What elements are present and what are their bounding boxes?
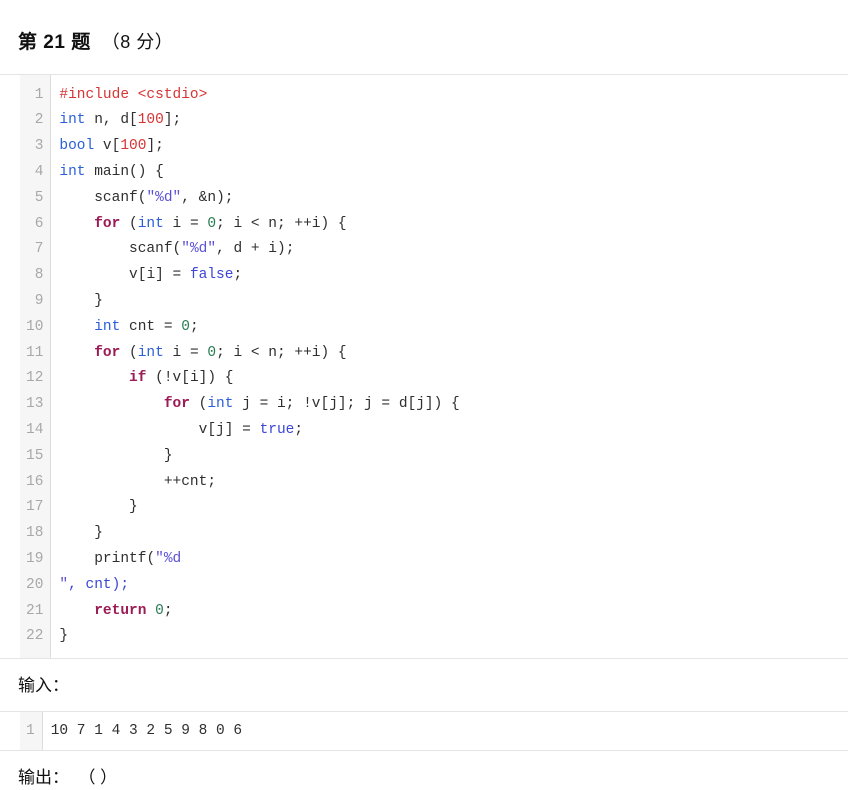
line-number: 19 bbox=[26, 550, 44, 567]
code-line: #include <cstdio> bbox=[59, 86, 208, 103]
code-line: v[i] = false; bbox=[129, 267, 243, 284]
source-code-text[interactable]: #include <cstdio> int n, d[100]; bool v[… bbox=[51, 75, 848, 659]
line-number: 5 bbox=[34, 189, 44, 206]
code-line: int n, d[100]; bbox=[59, 112, 182, 129]
line-number: 12 bbox=[26, 370, 44, 387]
code-line: scanf("%d", &n); bbox=[94, 189, 234, 206]
input-data-text[interactable]: 10 7 1 4 3 2 5 9 8 0 6 bbox=[43, 712, 848, 750]
input-line-number-gutter: 1 bbox=[20, 711, 43, 750]
code-line: } bbox=[94, 525, 103, 542]
output-label: 输出： （ ） bbox=[18, 767, 118, 787]
line-number: 7 bbox=[34, 241, 44, 258]
code-line: scanf("%d", d + i); bbox=[129, 241, 295, 258]
input-data-block: 1 10 7 1 4 3 2 5 9 8 0 6 bbox=[0, 710, 848, 751]
source-code-inner: 1 2 3 4 5 6 7 8 9 10 11 12 13 14 15 16 1… bbox=[20, 74, 848, 659]
line-number: 10 bbox=[26, 318, 44, 335]
line-number: 17 bbox=[26, 499, 44, 516]
line-number: 11 bbox=[26, 344, 44, 361]
line-number: 8 bbox=[34, 267, 44, 284]
question-number: 第 21 题 bbox=[18, 32, 91, 53]
code-line: return 0; bbox=[94, 602, 173, 619]
line-number: 20 bbox=[26, 576, 44, 593]
code-line: if (!v[i]) { bbox=[129, 370, 234, 387]
line-number: 6 bbox=[34, 215, 44, 232]
line-number: 3 bbox=[34, 138, 44, 155]
line-number: 15 bbox=[26, 447, 44, 464]
code-line: for (int j = i; !v[j]; j = d[j]) { bbox=[163, 396, 460, 413]
line-number: 2 bbox=[34, 112, 44, 129]
code-line: } bbox=[163, 447, 173, 464]
line-number: 13 bbox=[26, 396, 44, 413]
source-code-block: 1 2 3 4 5 6 7 8 9 10 11 12 13 14 15 16 1… bbox=[0, 73, 848, 660]
code-line: bool v[100]; bbox=[59, 138, 164, 155]
line-number: 16 bbox=[26, 473, 44, 490]
line-number: 1 bbox=[26, 722, 35, 739]
line-number: 21 bbox=[26, 602, 44, 619]
question-score bbox=[91, 32, 102, 52]
code-line: int cnt = 0; bbox=[94, 318, 199, 335]
code-line: } bbox=[94, 292, 103, 309]
line-number: 9 bbox=[34, 292, 44, 309]
line-number: 4 bbox=[34, 163, 44, 180]
code-line: } bbox=[129, 499, 138, 516]
code-line: for (int i = 0; i < n; ++i) { bbox=[94, 344, 347, 361]
input-code-inner: 1 10 7 1 4 3 2 5 9 8 0 6 bbox=[20, 711, 848, 750]
source-line-number-gutter: 1 2 3 4 5 6 7 8 9 10 11 12 13 14 15 16 1… bbox=[20, 74, 52, 659]
line-number: 18 bbox=[26, 525, 44, 542]
input-label: 输入： bbox=[18, 676, 69, 696]
line-number: 14 bbox=[26, 421, 44, 438]
code-line: for (int i = 0; i < n; ++i) { bbox=[94, 215, 347, 232]
code-line: printf("%d bbox=[94, 550, 182, 567]
input-data-line: 10 7 1 4 3 2 5 9 8 0 6 bbox=[50, 722, 243, 739]
page-title: 第 21 题 （8 分） bbox=[0, 0, 848, 57]
line-number: 22 bbox=[26, 628, 44, 645]
question-score-value: （8 分） bbox=[101, 32, 174, 52]
line-number: 1 bbox=[34, 86, 44, 103]
code-line: int main() { bbox=[59, 163, 164, 180]
code-line: } bbox=[59, 628, 69, 645]
code-line: ", cnt); bbox=[59, 576, 130, 593]
code-line: ++cnt; bbox=[163, 473, 217, 490]
code-line: v[j] = true; bbox=[198, 421, 304, 438]
